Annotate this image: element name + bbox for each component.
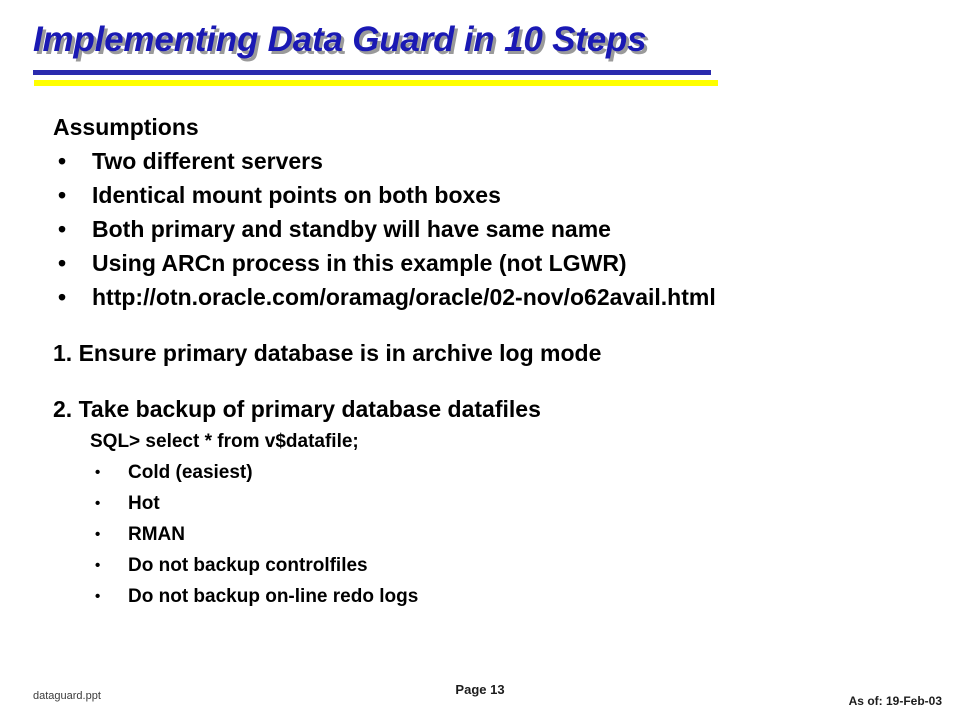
list-item: • Using ARCn process in this example (no…: [58, 248, 960, 282]
assumptions-heading: Assumptions: [53, 114, 199, 140]
slide-footer: dataguard.ppt Page 13 As of: 19-Feb-03: [0, 676, 960, 720]
list-item-label: Hot: [128, 493, 160, 514]
list-item: • Cold (easiest): [95, 459, 960, 490]
title-divider-yellow: [34, 80, 718, 86]
page-title: Implementing Data Guard in 10 Steps: [33, 20, 647, 59]
list-item: • Both primary and standby will have sam…: [58, 214, 960, 248]
bullet-icon: •: [95, 526, 101, 543]
list-item-label: Using ARCn process in this example (not …: [92, 250, 627, 276]
list-item: • Identical mount points on both boxes: [58, 180, 960, 214]
list-item-label: Do not backup on-line redo logs: [128, 586, 419, 607]
slide-body: Assumptions • Two different servers • Id…: [0, 112, 960, 672]
list-item: • RMAN: [95, 521, 960, 552]
bullet-icon: •: [58, 182, 67, 208]
otn-url-label: http://otn.oracle.com/oramag/oracle/02-n…: [92, 284, 716, 310]
step-1-label: 1. Ensure primary database is in archive…: [53, 340, 602, 366]
footer-as-of-date: As of: 19-Feb-03: [848, 694, 942, 708]
list-item-label: Two different servers: [92, 148, 323, 174]
bullet-icon: •: [95, 557, 101, 574]
bullet-icon: •: [58, 250, 67, 276]
footer-page-number: Page 13: [455, 682, 505, 697]
bullet-icon: •: [95, 588, 101, 605]
sql-statement: SQL> select * from v$datafile;: [90, 431, 359, 452]
bullet-icon: •: [58, 216, 67, 242]
list-item: • Two different servers: [58, 146, 960, 180]
step-2-label: 2. Take backup of primary database dataf…: [53, 396, 541, 422]
list-item: • Do not backup on-line redo logs: [95, 583, 960, 614]
list-item: • Do not backup controlfiles: [95, 552, 960, 583]
list-item-label: RMAN: [128, 524, 185, 545]
bullet-icon: •: [95, 464, 101, 481]
list-item-label: Do not backup controlfiles: [128, 555, 368, 576]
list-item: • Hot: [95, 490, 960, 521]
bullet-icon: •: [58, 284, 67, 310]
list-item-url: • http://otn.oracle.com/oramag/oracle/02…: [58, 282, 960, 316]
list-item-label: Identical mount points on both boxes: [92, 182, 501, 208]
bullet-icon: •: [95, 495, 101, 512]
list-item-label: Both primary and standby will have same …: [92, 216, 611, 242]
list-item-label: Cold (easiest): [128, 462, 253, 483]
title-divider-blue: [33, 70, 711, 75]
bullet-icon: •: [58, 148, 67, 174]
